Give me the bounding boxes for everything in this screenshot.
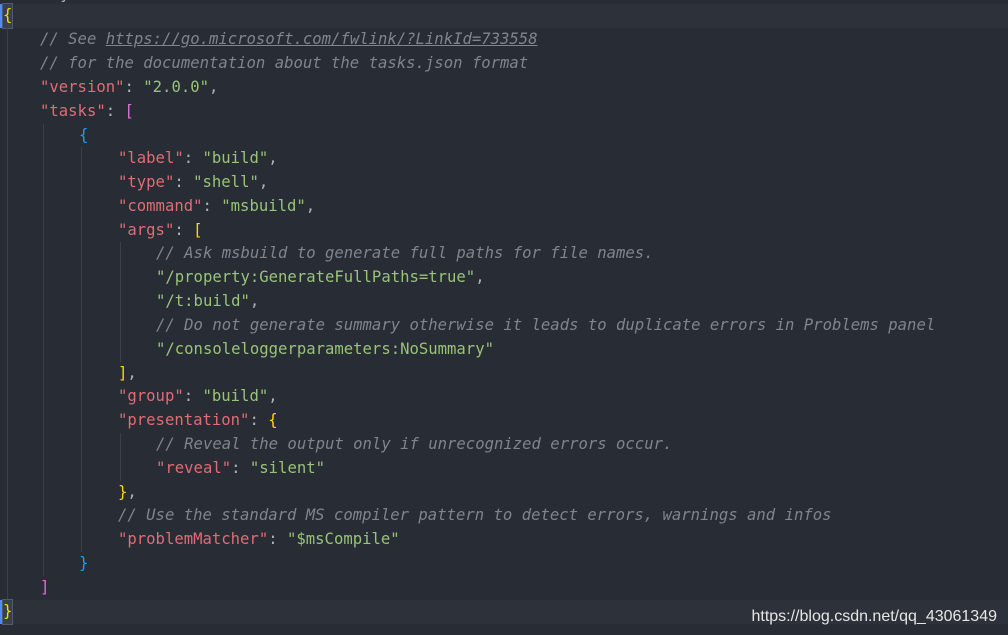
editor-line: ]	[0, 576, 1008, 600]
editor-line: // Do not generate summary otherwise it …	[0, 314, 1008, 338]
tasks-open-bracket: [	[124, 102, 134, 120]
comment-reveal: // Reveal the output only if unrecognize…	[156, 435, 673, 453]
watermark-url: https://blog.csdn.net/qq_43061349	[751, 608, 997, 625]
comment-args: // Ask msbuild to generate full paths fo…	[156, 244, 654, 262]
editor-line: "args": [	[0, 219, 1008, 243]
editor-line: // Use the standard MS compiler pattern …	[0, 504, 1008, 528]
editor-line: // See https://go.microsoft.com/fwlink/?…	[0, 28, 1008, 52]
editor-line: {	[0, 3, 1008, 29]
group-key: "group"	[118, 387, 184, 405]
editor-line: "reveal": "silent"	[0, 457, 1008, 481]
editor-line: "tasks": [	[0, 100, 1008, 124]
comment-summary: // Do not generate summary otherwise it …	[156, 316, 936, 334]
comment-matcher: // Use the standard MS compiler pattern …	[118, 506, 832, 524]
documentation-link[interactable]: https://go.microsoft.com/fwlink/?LinkId=…	[106, 30, 538, 48]
editor-line: }	[0, 552, 1008, 576]
reveal-value: "silent"	[249, 459, 325, 477]
command-key: "command"	[118, 197, 203, 215]
comment-see: // See https://go.microsoft.com/fwlink/?…	[40, 30, 538, 48]
root-close-brace: }	[1, 599, 14, 625]
editor-line: "label": "build",	[0, 147, 1008, 171]
presentation-open-brace: {	[268, 411, 278, 429]
comment-docs: // for the documentation about the tasks…	[40, 54, 529, 72]
reveal-key: "reveal"	[156, 459, 232, 477]
editor-line: {	[0, 124, 1008, 148]
arg-generate-full-paths: "/property:GenerateFullPaths=true"	[156, 268, 476, 286]
editor-line: ],	[0, 362, 1008, 386]
label-key: "label"	[118, 149, 184, 167]
editor-line: "/consoleloggerparameters:NoSummary"	[0, 338, 1008, 362]
root-open-brace: {	[1, 3, 14, 29]
editor-line: "/t:build",	[0, 290, 1008, 314]
tasks-close-bracket: ]	[40, 578, 50, 596]
group-value: "build"	[202, 387, 269, 405]
task-open-brace: {	[79, 126, 89, 144]
type-value: "shell"	[193, 173, 259, 191]
editor-line: "group": "build",	[0, 385, 1008, 409]
editor-line: // Ask msbuild to generate full paths fo…	[0, 242, 1008, 266]
editor-line: // Reveal the output only if unrecognize…	[0, 433, 1008, 457]
args-key: "args"	[118, 221, 175, 239]
type-key: "type"	[118, 173, 175, 191]
task-close-brace: }	[79, 554, 89, 572]
version-value: "2.0.0"	[143, 78, 209, 96]
command-value: "msbuild"	[221, 197, 306, 215]
editor-line: "type": "shell",	[0, 171, 1008, 195]
args-close-bracket: ]	[118, 364, 128, 382]
version-key: "version"	[40, 78, 125, 96]
presentation-key: "presentation"	[118, 411, 250, 429]
problem-matcher-value: "$msCompile"	[287, 530, 400, 548]
tasks-key: "tasks"	[40, 102, 106, 120]
presentation-close-brace: }	[118, 483, 128, 501]
arg-console-logger: "/consoleloggerparameters:NoSummary"	[156, 340, 494, 358]
cursor-indicator	[0, 4, 2, 28]
editor-line: "version": "2.0.0",	[0, 76, 1008, 100]
editor-line: "/property:GenerateFullPaths=true",	[0, 266, 1008, 290]
editor-line: "presentation": {	[0, 409, 1008, 433]
label-value: "build"	[202, 149, 269, 167]
arg-target-build: "/t:build"	[156, 292, 250, 310]
args-open-bracket: [	[193, 221, 203, 239]
editor-line: },	[0, 481, 1008, 505]
editor-line: "problemMatcher": "$msCompile"	[0, 528, 1008, 552]
code-editor[interactable]: } { // See https://go.microsoft.com/fwli…	[0, 0, 1008, 635]
cursor-indicator	[0, 600, 2, 624]
editor-line: // for the documentation about the tasks…	[0, 52, 1008, 76]
editor-line: "command": "msbuild",	[0, 195, 1008, 219]
problem-matcher-key: "problemMatcher"	[118, 530, 269, 548]
